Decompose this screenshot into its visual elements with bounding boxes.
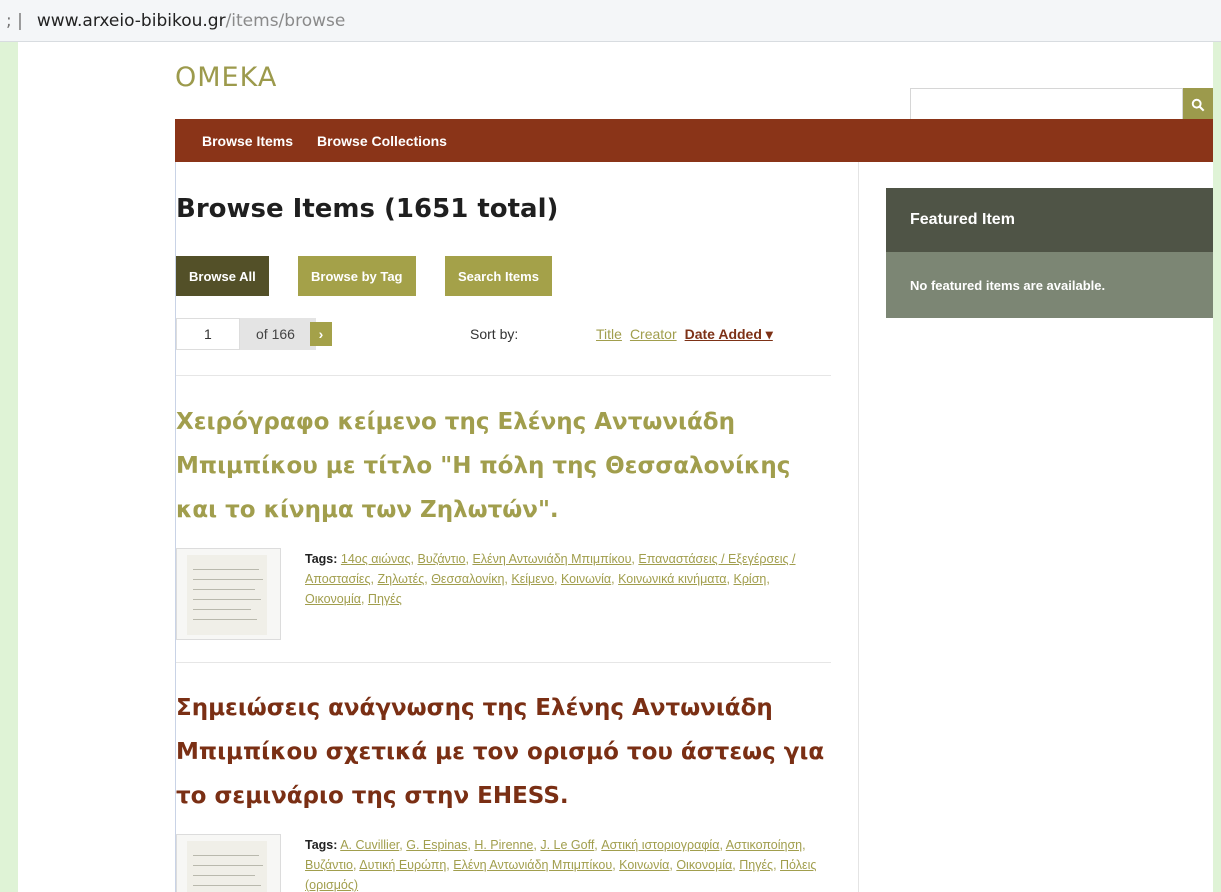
next-page-button[interactable]: › — [310, 322, 332, 346]
tag-link[interactable]: Αστικοποίηση — [726, 838, 802, 852]
sort-label: Sort by: — [470, 326, 519, 342]
tag-link[interactable]: Κοινωνία — [619, 858, 669, 872]
search-items-button[interactable]: Search Items — [445, 256, 552, 296]
item-title-link[interactable]: Σημειώσεις ανάγνωσης της Ελένης Αντωνιάδ… — [176, 686, 836, 818]
tags-label: Tags: — [305, 838, 338, 852]
address-separator: ; | — [6, 10, 23, 31]
tag-link[interactable]: G. Espinas — [406, 838, 467, 852]
chevron-right-icon: › — [318, 326, 324, 342]
featured-item-empty-message: No featured items are available. — [886, 252, 1213, 318]
nav-browse-items[interactable]: Browse Items — [202, 133, 293, 149]
tag-link[interactable]: Κρίση — [733, 572, 766, 586]
tag-link[interactable]: Κοινωνία — [561, 572, 611, 586]
search-icon — [1191, 98, 1205, 112]
tag-link[interactable]: Πηγές — [739, 858, 773, 872]
sort-options: Title Creator Date Added ▾ — [596, 326, 773, 343]
sort-title-link[interactable]: Title — [596, 326, 622, 343]
tag-link[interactable]: Αστική ιστοριογραφία — [601, 838, 719, 852]
tag-link[interactable]: Ελένη Αντωνιάδη Μπιμπίκου — [472, 552, 631, 566]
tag-link[interactable]: Οικονομία — [305, 592, 361, 606]
page-total: of 166 — [240, 318, 316, 350]
main-content: Browse Items (1651 total) Browse All Bro… — [175, 162, 859, 892]
url-path: /items/browse — [225, 10, 346, 31]
divider — [176, 662, 831, 663]
nav-browse-collections[interactable]: Browse Collections — [317, 133, 447, 149]
tag-link[interactable]: A. Cuvillier — [340, 838, 399, 852]
search-button[interactable] — [1183, 88, 1213, 122]
address-bar[interactable]: ; | www.arxeio-bibikou.gr/items/browse — [0, 0, 1221, 42]
tag-link[interactable]: J. Le Goff — [540, 838, 594, 852]
tags-label: Tags: — [305, 552, 338, 566]
url-domain: www.arxeio-bibikou.gr — [36, 10, 226, 31]
site-logo[interactable]: OMEKA — [175, 62, 277, 93]
featured-item-heading: Featured Item — [886, 188, 1213, 252]
divider — [176, 375, 831, 376]
sort-creator-link[interactable]: Creator — [630, 326, 677, 343]
search-input[interactable] — [910, 88, 1183, 122]
page-title: Browse Items (1651 total) — [176, 194, 559, 224]
item-tags: Tags: A. Cuvillier, G. Espinas, H. Piren… — [305, 838, 817, 892]
tag-link[interactable]: Οικονομία — [676, 858, 732, 872]
tag-link[interactable]: H. Pirenne — [474, 838, 533, 852]
page-number-input[interactable]: 1 — [176, 318, 240, 350]
main-nav: Browse Items Browse Collections — [175, 119, 1213, 162]
tag-link[interactable]: Βυζάντιο — [417, 552, 465, 566]
page: OMEKA Browse Items Browse Collections Br… — [18, 42, 1213, 892]
tag-link[interactable]: Θεσσαλονίκη — [431, 572, 504, 586]
item-thumbnail[interactable] — [176, 548, 281, 640]
item-tags: Tags: 14ος αιώνας, Βυζάντιο, Ελένη Αντων… — [305, 552, 796, 606]
tag-link[interactable]: Κείμενο — [511, 572, 554, 586]
featured-item-panel: Featured Item No featured items are avai… — [886, 188, 1213, 318]
tag-link[interactable]: Δυτική Ευρώπη — [359, 858, 446, 872]
document-thumbnail-image — [187, 555, 267, 635]
tag-link[interactable]: Ελένη Αντωνιάδη Μπιμπίκου — [453, 858, 612, 872]
tag-link[interactable]: Κοινωνικά κινήματα — [618, 572, 726, 586]
tag-link[interactable]: 14ος αιώνας — [341, 552, 411, 566]
browse-by-tag-button[interactable]: Browse by Tag — [298, 256, 416, 296]
item-thumbnail[interactable] — [176, 834, 281, 892]
sort-date-added-link[interactable]: Date Added ▾ — [685, 326, 773, 343]
browse-all-button[interactable]: Browse All — [176, 256, 269, 296]
tag-link[interactable]: Ζηλωτές — [377, 572, 424, 586]
pagination: 1 of 166 › — [176, 318, 332, 350]
tag-link[interactable]: Πηγές — [368, 592, 402, 606]
item-title-link[interactable]: Χειρόγραφο κείμενο της Ελένης Αντωνιάδη … — [176, 400, 836, 532]
tag-link[interactable]: Βυζάντιο — [305, 858, 353, 872]
